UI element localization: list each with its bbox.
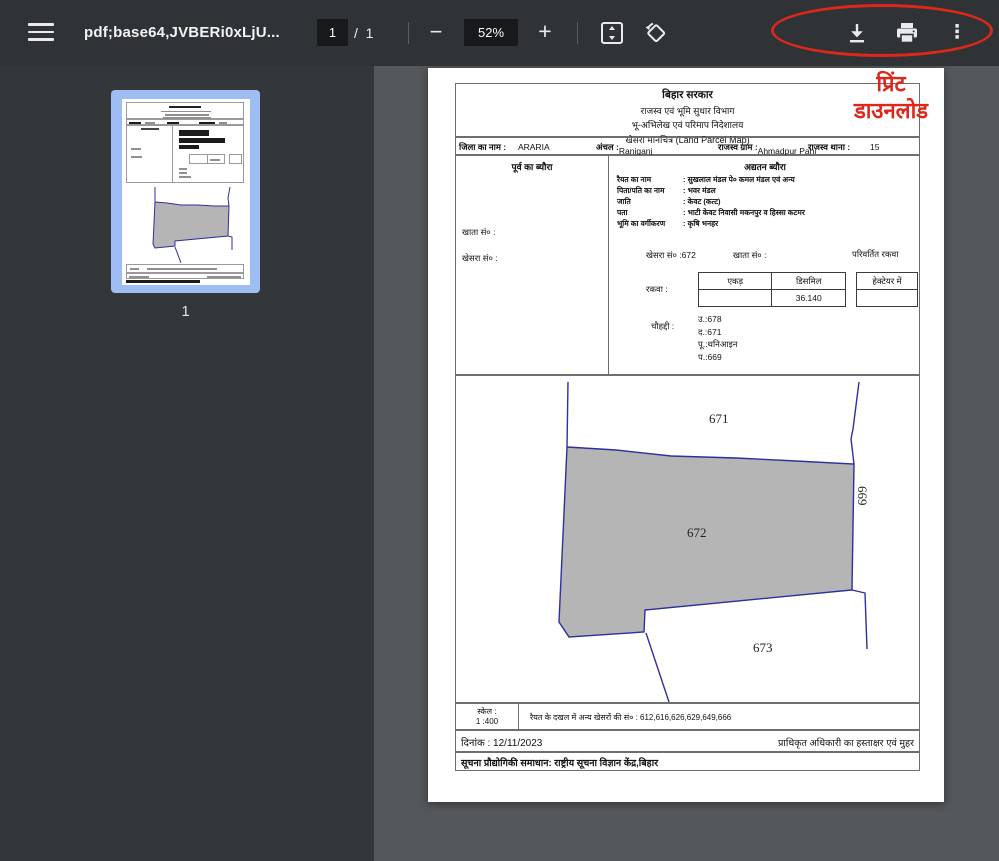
scale-cell: स्केल : 1 :400 xyxy=(456,704,519,729)
district-value: ARARIA xyxy=(518,142,550,152)
plot-label-672: 672 xyxy=(687,525,707,540)
current-details-column: अद्यतन ब्यौरा रैयत का नाम: सुखलाल मंडल प… xyxy=(609,156,921,374)
thumbnail-page-number: 1 xyxy=(111,303,260,320)
details-section: पूर्व का ब्यौरा खाता सं० : खेसरा सं० : अ… xyxy=(455,155,920,375)
plot-673-west-line xyxy=(646,633,669,702)
plot-673-east-line xyxy=(852,590,867,649)
it-footer-row: सूचना प्रौद्योगिकी समाधान: राष्ट्रीय सूच… xyxy=(455,752,920,771)
thumbnail-sidebar: 1 xyxy=(0,66,374,861)
plot-669-line xyxy=(851,382,859,464)
date-row: दिनांक : 12/11/2023 प्राधिकृत अधिकारी का… xyxy=(455,730,920,752)
thana-label: राजस्व थाना : xyxy=(808,142,850,153)
page-count-label: / 1 xyxy=(354,0,373,66)
raiyat-row: रैयत का नाम: सुखलाल मंडल पे० कमल मंडल एव… xyxy=(617,175,795,185)
acre-value xyxy=(699,290,772,307)
page-separator: / xyxy=(354,25,358,41)
address-label: पता xyxy=(617,208,683,218)
land-class-value: : कृषि भनहर xyxy=(683,219,718,228)
scale-label: स्केल : xyxy=(456,706,518,717)
it-solution-label: सूचना प्रौद्योगिकी समाधान: राष्ट्रीय सूच… xyxy=(461,756,658,769)
annotation-label: प्रिंट डाउनलोड xyxy=(806,70,976,124)
caste-row: जाति: केवट (कत्ट) xyxy=(617,197,721,207)
date-value: दिनांक : 12/11/2023 xyxy=(461,735,542,749)
father-row: पिता/पति का नाम: भवर मंडल xyxy=(617,186,716,196)
fit-to-page-icon[interactable] xyxy=(598,19,626,47)
hectare-value xyxy=(857,290,918,307)
document-title: pdf;base64,JVBERi0xLjU... xyxy=(84,0,280,66)
plot-672-polygon xyxy=(559,447,854,637)
plot-label-671: 671 xyxy=(709,411,729,426)
toolbar-divider xyxy=(577,22,578,44)
land-class-label: भूमि का वर्गीकरण xyxy=(617,219,683,229)
anchal-label: अंचल : xyxy=(596,142,619,152)
boundary-east: पू.:थनिआइन xyxy=(698,338,737,351)
rotate-icon[interactable] xyxy=(642,19,670,47)
plot-label-669: 669 xyxy=(855,486,870,506)
raiyat-value: : सुखलाल मंडल पे० कमल मंडल एवं अन्य xyxy=(683,175,795,184)
annotation-download-text: डाउनलोड xyxy=(806,97,976,124)
thumbnail-page-preview xyxy=(122,99,250,285)
page-number-input[interactable]: 1 xyxy=(317,19,348,46)
zoom-out-button[interactable]: − xyxy=(421,17,451,49)
current-title: अद्यतन ब्यौरा xyxy=(609,160,921,173)
thumbnail-map xyxy=(126,185,246,263)
page-thumbnail[interactable] xyxy=(111,90,260,293)
zoom-in-button[interactable]: + xyxy=(530,15,560,49)
pdf-page: बिहार सरकार राजस्व एवं भूमि सुधार विभाग … xyxy=(428,68,944,802)
land-class-row: भूमि का वर्गीकरण: कृषि भनहर xyxy=(617,219,718,229)
meta-row: जिला का नाम : ARARIA अंचल :Raniganj राजस… xyxy=(455,137,920,155)
signature-label: प्राधिकृत अधिकारी का हस्ताक्षर एवं मुहर xyxy=(778,736,914,749)
converted-area-label: परिवर्तित रकवा xyxy=(852,249,898,260)
zoom-level-display: 52% xyxy=(464,19,518,46)
scale-row: स्केल : 1 :400 रैयत के दखल में अन्य खेसर… xyxy=(455,703,920,730)
annotation-circle xyxy=(771,4,993,57)
previous-title: पूर्व का ब्यौरा xyxy=(456,160,608,173)
thana-value: 15 xyxy=(870,142,879,152)
caste-label: जाति xyxy=(617,197,683,207)
father-label: पिता/पति का नाम xyxy=(617,186,683,196)
hectare-table: हेक्टेयर में xyxy=(856,272,918,307)
hectare-header: हेक्टेयर में xyxy=(857,273,918,290)
page-total-value: 1 xyxy=(366,25,374,41)
village-label: राजस्व ग्राम : xyxy=(718,142,758,152)
boundary-list: उ.:678 द.:671 पू.:थनिआइन प.:669 xyxy=(698,313,737,363)
boundary-north: उ.:678 xyxy=(698,313,737,326)
other-khesra-note: रैयत के दखल में अन्य खेसरों की सं० : 612… xyxy=(530,712,731,723)
address-value: : भाटी केवट निवासी मकनपुर व हिस्सा कटमर xyxy=(683,208,805,217)
decimal-value: 36.140 xyxy=(772,290,846,307)
boundary-label: चौहद्दी : xyxy=(651,321,674,332)
annotation-print-text: प्रिंट xyxy=(806,70,976,97)
district-label: जिला का नाम : xyxy=(459,142,506,153)
decimal-header: डिसमिल xyxy=(772,273,846,290)
parcel-map: 671 672 673 669 xyxy=(455,375,920,703)
prev-khesra-label: खेसरा सं० : xyxy=(462,253,498,264)
menu-icon[interactable] xyxy=(28,23,54,43)
village-field: राजस्व ग्राम :Ahmadpur Pahi xyxy=(718,142,758,153)
pdf-viewport[interactable]: बिहार सरकार राजस्व एवं भूमि सुधार विभाग … xyxy=(374,66,999,861)
address-row: पता: भाटी केवट निवासी मकनपुर व हिस्सा कट… xyxy=(617,208,805,218)
boundary-west: प.:669 xyxy=(698,351,737,364)
toolbar-divider xyxy=(408,22,409,44)
khesra-field: खेसरा सं० :672 xyxy=(646,250,696,261)
plot-671-west-line xyxy=(567,382,568,447)
scale-value: 1 :400 xyxy=(456,717,518,726)
prev-khata-label: खाता सं० : xyxy=(462,227,495,238)
previous-details-column: पूर्व का ब्यौरा खाता सं० : खेसरा सं० : xyxy=(456,156,609,374)
khesra-value: 672 xyxy=(682,250,696,260)
boundary-south: द.:671 xyxy=(698,326,737,339)
raiyat-label: रैयत का नाम xyxy=(617,175,683,185)
khata-label: खाता सं० : xyxy=(733,250,766,261)
plot-label-673: 673 xyxy=(753,640,773,655)
father-value: : भवर मंडल xyxy=(683,186,716,195)
anchal-field: अंचल :Raniganj xyxy=(596,142,619,153)
area-table: एकड़ डिसमिल 36.140 xyxy=(698,272,846,307)
rakwa-label: रकवा : xyxy=(646,284,668,295)
khesra-label: खेसरा सं० : xyxy=(646,250,682,260)
acre-header: एकड़ xyxy=(699,273,772,290)
caste-value: : केवट (कत्ट) xyxy=(683,197,721,206)
